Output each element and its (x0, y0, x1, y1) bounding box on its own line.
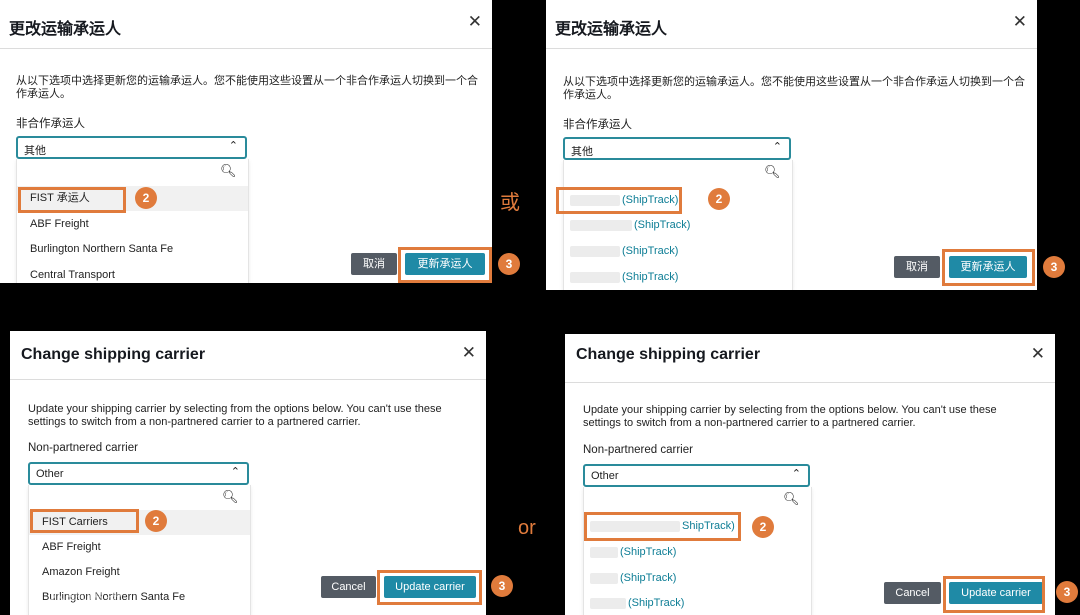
carrier-select-value: Other (36, 468, 64, 480)
chevron-up-icon: ⌃ (772, 141, 782, 153)
search-icon[interactable]: 🔍︎ (220, 163, 237, 179)
carrier-select[interactable]: Other ⌃ (583, 464, 810, 487)
dialog-header: Change shipping carrier ✕ (10, 331, 486, 380)
dialog-description: 从以下选项中选择更新您的运输承运人。您不能使用这些设置从一个非合作承运人切换到一… (563, 76, 1025, 101)
dialog-title: 更改运输承运人 (9, 21, 122, 38)
step-badge-2: 2 (708, 188, 730, 210)
carrier-dropdown-list: 🔍︎ FIST 承运人 ABF Freight Burlington North… (16, 159, 249, 283)
carrier-select[interactable]: 其他 ⌃ (563, 137, 791, 160)
step-badge-2: 2 (135, 187, 157, 209)
cancel-button[interactable]: Cancel (321, 576, 376, 598)
carrier-option[interactable]: (ShipTrack) (564, 213, 792, 238)
carrier-field-label: 非合作承运人 (563, 119, 632, 131)
watermark-text: 大鲸跨境 (48, 584, 124, 604)
carrier-select-value: Other (591, 470, 619, 482)
carrier-option[interactable]: (ShipTrack) (564, 265, 792, 290)
dialog-zh-shiptrack: 更改运输承运人 ✕ 从以下选项中选择更新您的运输承运人。您不能使用这些设置从一个… (546, 0, 1037, 290)
close-icon[interactable]: ✕ (1031, 344, 1045, 364)
button-highlight-box (398, 247, 492, 283)
option-highlight-box (18, 187, 126, 213)
carrier-option[interactable]: Burlington Northern Santa Fe (17, 237, 248, 262)
dialog-header: 更改运输承运人 ✕ (546, 0, 1037, 49)
carrier-select-value: 其他 (571, 146, 593, 158)
option-highlight-box (556, 187, 682, 214)
carrier-option-label: (ShipTrack) (628, 597, 685, 609)
cancel-button[interactable]: 取消 (351, 253, 397, 275)
carrier-option[interactable]: (ShipTrack) (584, 591, 811, 615)
cancel-button[interactable]: 取消 (894, 256, 940, 278)
carrier-option[interactable]: (ShipTrack) (564, 239, 792, 264)
dialog-en-named-carriers: Change shipping carrier ✕ Update your sh… (10, 331, 486, 615)
carrier-field-label: Non-partnered carrier (28, 442, 138, 454)
carrier-select[interactable]: Other ⌃ (28, 462, 249, 485)
dialog-en-shiptrack: Change shipping carrier ✕ Update your sh… (565, 334, 1055, 615)
carrier-option[interactable]: (ShipTrack) (584, 566, 811, 591)
dialog-zh-named-carriers: 更改运输承运人 ✕ 从以下选项中选择更新您的运输承运人。您不能使用这些设置从一个… (0, 0, 492, 283)
carrier-field-label: 非合作承运人 (16, 118, 85, 130)
dialog-description: Update your shipping carrier by selectin… (28, 403, 442, 428)
button-highlight-box (942, 249, 1035, 286)
step-badge-3: 3 (1056, 581, 1078, 603)
carrier-option-label: (ShipTrack) (634, 219, 691, 231)
cancel-button[interactable]: Cancel (884, 582, 941, 604)
close-icon[interactable]: ✕ (462, 343, 476, 363)
dialog-title: Change shipping carrier (576, 346, 761, 363)
search-icon[interactable]: 🔍︎ (764, 164, 781, 180)
search-icon[interactable]: 🔍︎ (783, 491, 800, 507)
carrier-dropdown-list: 🔍︎ ShipTrack) (ShipTrack) (ShipTrack) (S… (583, 487, 812, 615)
carrier-select-value: 其他 (24, 145, 46, 157)
carrier-option-label: (ShipTrack) (622, 245, 679, 257)
carrier-field-label: Non-partnered carrier (583, 444, 693, 456)
carrier-select[interactable]: 其他 ⌃ (16, 136, 247, 159)
dialog-description: 从以下选项中选择更新您的运输承运人。您不能使用这些设置从一个非合作承运人切换到一… (16, 75, 478, 100)
carrier-option-label: (ShipTrack) (622, 271, 679, 283)
watermark: 大鲸跨境 (8, 580, 124, 606)
carrier-option-label: (ShipTrack) (620, 572, 677, 584)
step-badge-3: 3 (498, 253, 520, 275)
chevron-up-icon: ⌃ (230, 466, 240, 478)
button-highlight-box (943, 576, 1045, 613)
step-badge-2: 2 (145, 510, 167, 532)
step-badge-2: 2 (752, 516, 774, 538)
step-badge-3: 3 (491, 575, 513, 597)
carrier-option[interactable]: Central Transport (17, 263, 248, 283)
close-icon[interactable]: ✕ (1013, 12, 1027, 32)
chevron-up-icon: ⌃ (228, 140, 238, 152)
dialog-title: 更改运输承运人 (555, 21, 668, 38)
separator-zh: 或 (500, 192, 520, 214)
dialog-header: Change shipping carrier ✕ (565, 334, 1055, 383)
carrier-option[interactable]: (ShipTrack) (584, 540, 811, 565)
search-icon[interactable]: 🔍︎ (222, 489, 239, 505)
option-highlight-box (30, 509, 139, 533)
carrier-option[interactable]: ABF Freight (29, 535, 250, 560)
carrier-dropdown-list: 🔍︎ (ShipTrack) (ShipTrack) (ShipTrack) (… (563, 160, 793, 290)
close-icon[interactable]: ✕ (468, 12, 482, 32)
separator-en: or (518, 517, 536, 539)
dialog-header: 更改运输承运人 ✕ (0, 0, 492, 49)
chevron-up-icon: ⌃ (791, 468, 801, 480)
step-badge-3: 3 (1043, 256, 1065, 278)
dialog-description: Update your shipping carrier by selectin… (583, 404, 997, 429)
option-highlight-box (584, 512, 741, 541)
carrier-option[interactable]: ABF Freight (17, 212, 248, 237)
carrier-option-label: (ShipTrack) (620, 546, 677, 558)
dialog-title: Change shipping carrier (21, 346, 206, 363)
button-highlight-box (377, 570, 482, 605)
